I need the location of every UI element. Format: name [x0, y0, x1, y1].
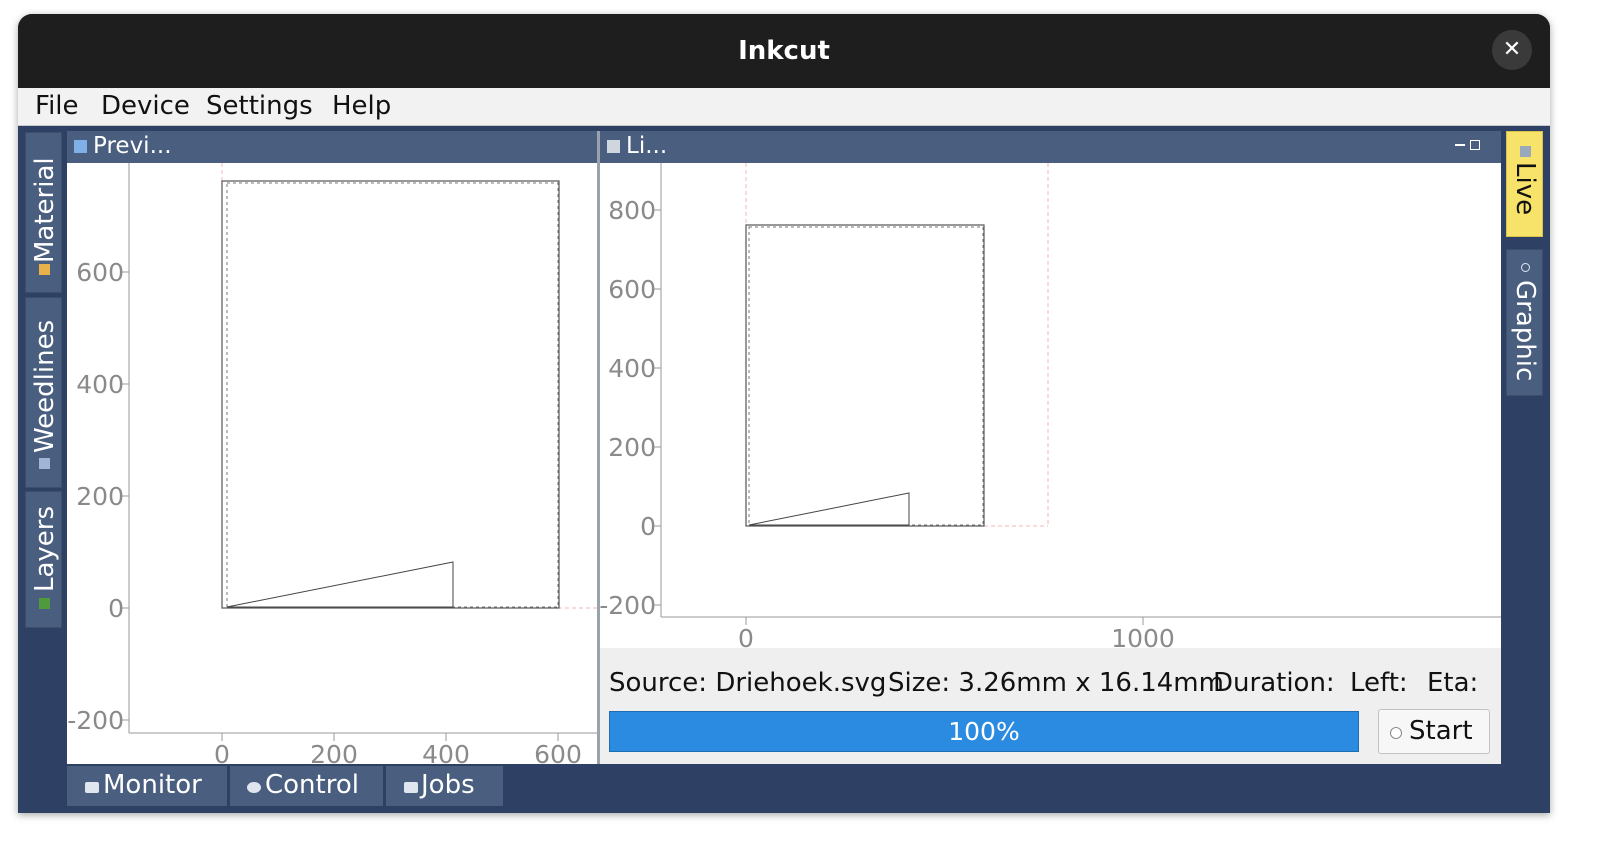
live-y-tick: 400 [608, 354, 656, 383]
menu-help[interactable]: Help [332, 91, 391, 121]
app-window: Inkcut ✕ File Device Settings Help Mater… [18, 14, 1550, 813]
pin-icon[interactable] [1455, 144, 1465, 146]
live-plot[interactable]: 0 1000 800 600 400 200 0 -200 [599, 163, 1501, 653]
jobs-icon [404, 782, 418, 793]
progress-bar: 100% [609, 711, 1359, 752]
start-button-label: Start [1409, 716, 1473, 746]
preview-x-tick: 200 [310, 740, 358, 764]
preview-y-tick: 600 [76, 258, 124, 287]
preview-plot-svg: 0 200 400 600 600 400 200 0 -200 [67, 163, 597, 769]
preview-icon [74, 140, 87, 153]
status-source: Source: Driehoek.svg [609, 668, 887, 698]
status-left: Left: [1350, 668, 1408, 698]
tab-live[interactable]: Live [1506, 131, 1543, 237]
live-y-tick: 200 [608, 433, 656, 462]
tab-control[interactable]: Control [230, 766, 383, 806]
live-plot-svg: 0 1000 800 600 400 200 0 -200 [599, 163, 1501, 653]
menu-settings[interactable]: Settings [206, 91, 313, 121]
monitor-icon [85, 782, 99, 793]
tab-material[interactable]: Material [25, 132, 62, 293]
float-icon[interactable] [1470, 140, 1480, 150]
live-y-tick: 0 [640, 512, 656, 541]
tab-graphic[interactable]: Graphic [1506, 249, 1543, 396]
tab-live-label: Live [1510, 162, 1540, 216]
preview-x-tick: 600 [534, 740, 582, 764]
tab-layers-label: Layers [30, 505, 60, 592]
menu-device[interactable]: Device [101, 91, 190, 121]
preview-y-tick: 400 [76, 370, 124, 399]
job-status-bar: Source: Driehoek.svg Size: 3.26mm x 16.1… [600, 648, 1501, 764]
live-y-tick: 600 [608, 275, 656, 304]
live-y-tick: -200 [600, 591, 656, 620]
preview-x-tick: 0 [214, 740, 230, 764]
tab-graphic-label: Graphic [1510, 280, 1540, 382]
title-bar: Inkcut ✕ [18, 14, 1550, 88]
live-x-tick: 0 [738, 624, 754, 648]
menu-file[interactable]: File [35, 91, 79, 121]
layers-icon [39, 598, 50, 609]
tab-weedlines[interactable]: Weedlines [25, 297, 62, 488]
close-icon[interactable]: ✕ [1492, 30, 1532, 70]
menu-bar: File Device Settings Help [18, 88, 1550, 126]
preview-y-tick: 200 [76, 482, 124, 511]
tab-monitor-label: Monitor [103, 770, 202, 800]
control-icon [247, 782, 261, 793]
tab-monitor[interactable]: Monitor [67, 766, 227, 806]
status-eta: Eta: [1427, 668, 1479, 698]
play-icon [1390, 727, 1402, 739]
preview-x-tick: 400 [422, 740, 470, 764]
start-button[interactable]: Start [1378, 709, 1490, 754]
tab-weedlines-label: Weedlines [30, 319, 60, 453]
preview-panel-title: Previ... [93, 133, 172, 159]
preview-panel-header: Previ... [67, 131, 597, 163]
tab-jobs-label: Jobs [421, 770, 475, 800]
status-duration: Duration: [1213, 668, 1335, 698]
status-size: Size: 3.26mm x 16.14mm [888, 668, 1224, 698]
live-x-tick: 1000 [1111, 624, 1175, 648]
weedlines-icon [39, 458, 50, 469]
tab-layers[interactable]: Layers [25, 491, 62, 628]
preview-plot[interactable]: 0 200 400 600 600 400 200 0 -200 [67, 163, 597, 769]
preview-y-tick: 0 [108, 594, 124, 623]
tab-control-label: Control [265, 770, 359, 800]
tab-material-label: Material [30, 157, 60, 263]
printer-icon [1520, 146, 1531, 157]
tab-jobs[interactable]: Jobs [386, 766, 503, 806]
preview-y-tick: -200 [67, 706, 124, 735]
graphic-icon [1521, 263, 1530, 272]
live-panel-title: Li... [626, 133, 668, 159]
printer-icon [607, 140, 620, 153]
window-title: Inkcut [738, 36, 830, 66]
live-y-tick: 800 [608, 196, 656, 225]
live-panel-header: Li... [600, 131, 1501, 163]
material-icon [39, 264, 50, 275]
